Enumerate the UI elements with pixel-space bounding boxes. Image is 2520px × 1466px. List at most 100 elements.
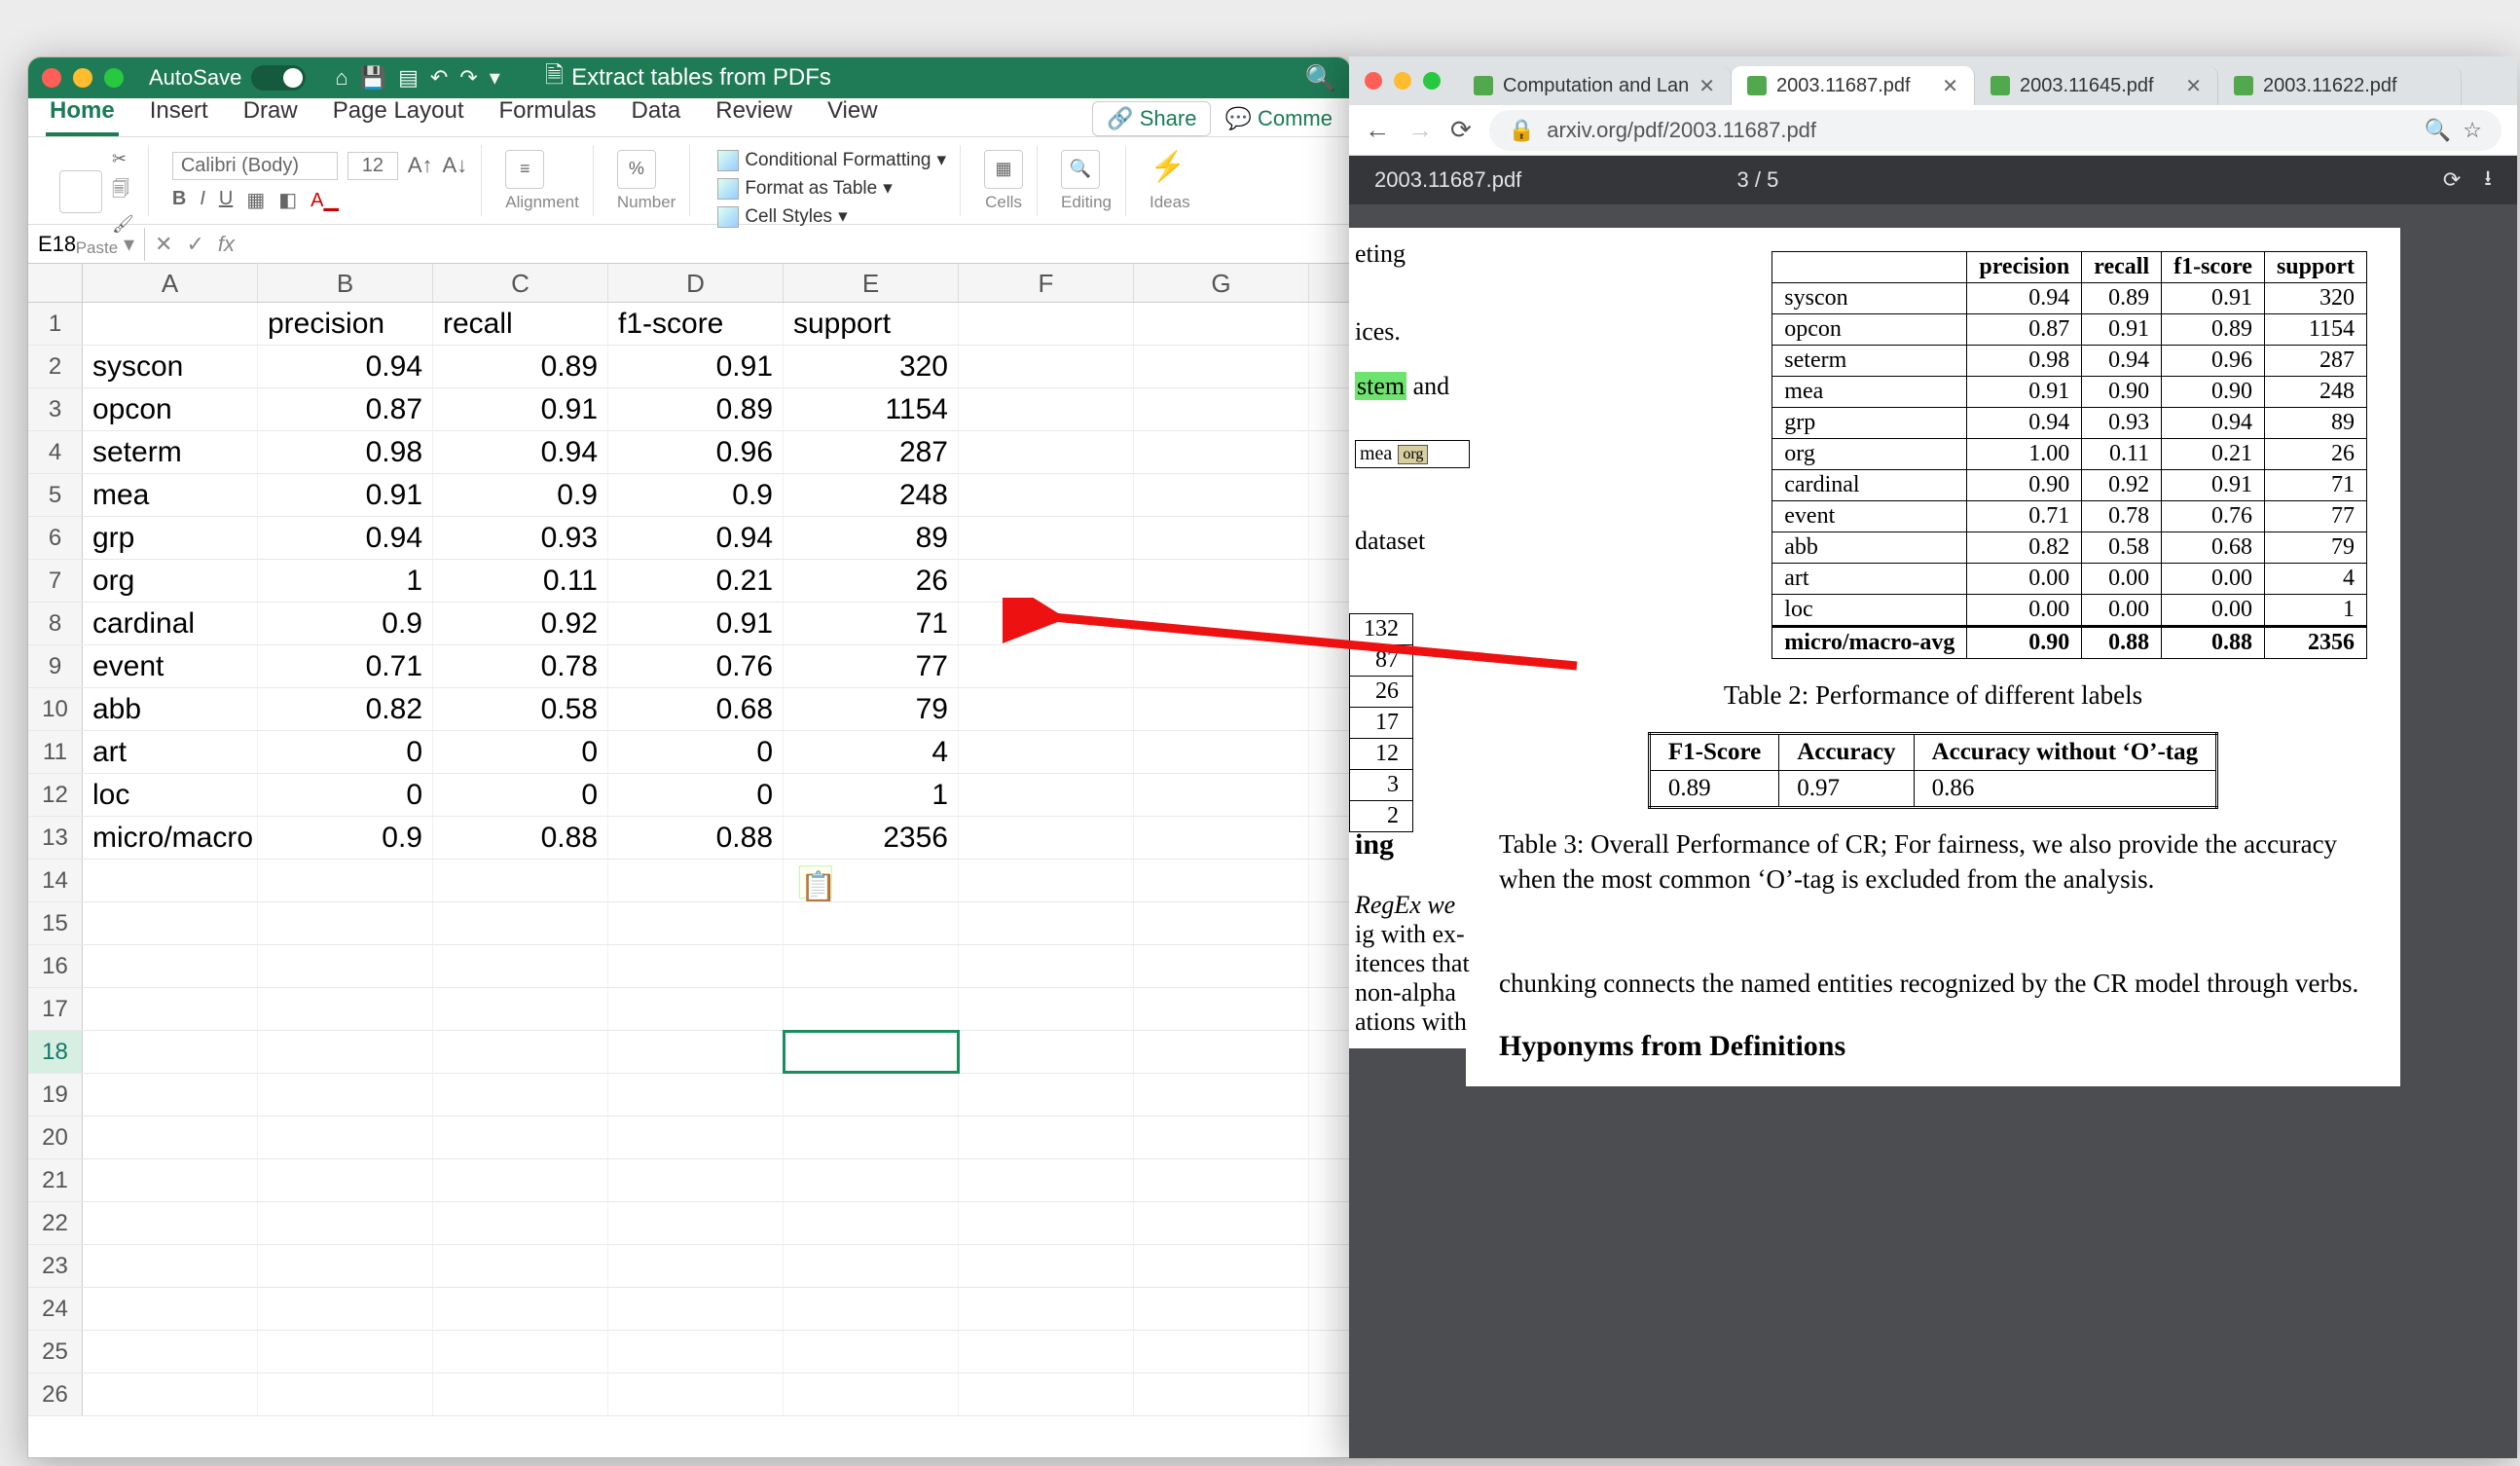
cell[interactable] xyxy=(83,1159,258,1201)
table-row[interactable]: 3 opcon 0.87 0.91 0.89 1154 xyxy=(28,388,1350,431)
cell[interactable] xyxy=(608,1374,784,1415)
cell[interactable] xyxy=(608,1074,784,1116)
cell[interactable] xyxy=(433,945,608,987)
tab-home[interactable]: Home xyxy=(46,92,119,136)
spreadsheet-grid[interactable]: A B C D E F G 1 precision recall f1-scor… xyxy=(28,264,1350,1416)
address-bar[interactable]: 🔒 arxiv.org/pdf/2003.11687.pdf 🔍 ☆ xyxy=(1489,110,2502,151)
cell[interactable] xyxy=(784,988,959,1030)
copy-icon[interactable]: 🗐 xyxy=(112,177,134,206)
cell[interactable] xyxy=(1134,346,1309,387)
table-row[interactable]: 14📋 xyxy=(28,860,1350,902)
cell[interactable]: 0.82 xyxy=(258,688,433,730)
cut-icon[interactable]: ✂ xyxy=(112,149,134,169)
share-button[interactable]: 🔗 Share xyxy=(1092,101,1211,136)
cell[interactable]: 89 xyxy=(784,517,959,559)
cell[interactable]: 0.91 xyxy=(258,474,433,516)
cell[interactable]: 0 xyxy=(258,774,433,816)
cell[interactable]: 0.88 xyxy=(433,817,608,859)
cell[interactable] xyxy=(959,817,1134,859)
cell[interactable]: 0.87 xyxy=(258,388,433,430)
cell[interactable] xyxy=(1134,1074,1309,1116)
conditional-formatting-button[interactable]: Conditional Formatting ▾ xyxy=(717,149,946,171)
cell[interactable] xyxy=(959,1245,1134,1287)
cell[interactable]: seterm xyxy=(83,431,258,473)
chevron-down-icon[interactable]: ▾ xyxy=(490,65,500,91)
cell[interactable] xyxy=(959,346,1134,387)
cell[interactable] xyxy=(784,1331,959,1373)
cell[interactable]: 0 xyxy=(608,731,784,773)
cell[interactable]: 0.11 xyxy=(433,560,608,602)
cell[interactable] xyxy=(83,988,258,1030)
fx-icon[interactable]: fx xyxy=(218,232,235,257)
cell[interactable] xyxy=(959,474,1134,516)
cell[interactable] xyxy=(1134,474,1309,516)
col-E[interactable]: E xyxy=(784,264,959,302)
cell[interactable] xyxy=(784,1245,959,1287)
row-header[interactable]: 26 xyxy=(28,1374,83,1415)
cell[interactable]: 0.92 xyxy=(433,603,608,644)
cell[interactable] xyxy=(1134,860,1309,901)
cell[interactable] xyxy=(959,860,1134,901)
cell[interactable] xyxy=(959,517,1134,559)
cell[interactable] xyxy=(258,1031,433,1073)
cell[interactable] xyxy=(258,1245,433,1287)
row-header[interactable]: 10 xyxy=(28,688,83,730)
row-header[interactable]: 23 xyxy=(28,1245,83,1287)
col-C[interactable]: C xyxy=(433,264,608,302)
cell[interactable] xyxy=(1134,603,1309,644)
cell[interactable]: org xyxy=(83,560,258,602)
cell[interactable] xyxy=(433,1074,608,1116)
cell[interactable] xyxy=(959,1202,1134,1244)
table-row[interactable]: 11 art 0 0 0 4 xyxy=(28,731,1350,774)
cell[interactable]: 0.94 xyxy=(433,431,608,473)
cell[interactable] xyxy=(433,988,608,1030)
row-header[interactable]: 1 xyxy=(28,303,83,345)
borders-icon[interactable]: ▦ xyxy=(246,188,265,212)
cell[interactable] xyxy=(1134,688,1309,730)
cell[interactable] xyxy=(784,902,959,944)
reload-icon[interactable]: ⟳ xyxy=(1450,115,1472,145)
cell[interactable] xyxy=(83,1331,258,1373)
back-icon[interactable]: ← xyxy=(1365,115,1390,145)
cell[interactable] xyxy=(1134,817,1309,859)
download-icon[interactable]: ⭳ xyxy=(2484,162,2492,199)
col-F[interactable]: F xyxy=(959,264,1134,302)
table-row[interactable]: 12 loc 0 0 0 1 xyxy=(28,774,1350,817)
cell[interactable] xyxy=(959,688,1134,730)
cell[interactable] xyxy=(784,1202,959,1244)
cell[interactable] xyxy=(608,860,784,901)
cell[interactable] xyxy=(1134,1117,1309,1158)
cell[interactable] xyxy=(258,902,433,944)
cell[interactable] xyxy=(959,431,1134,473)
table-row[interactable]: 6 grp 0.94 0.93 0.94 89 xyxy=(28,517,1350,560)
cell[interactable]: 0.93 xyxy=(433,517,608,559)
cell[interactable] xyxy=(258,1202,433,1244)
format-as-table-button[interactable]: Format as Table ▾ xyxy=(717,177,946,200)
close-icon[interactable] xyxy=(1365,72,1382,90)
cell[interactable] xyxy=(608,1331,784,1373)
cell[interactable]: 0.94 xyxy=(258,346,433,387)
cell[interactable] xyxy=(1134,1031,1309,1073)
cell[interactable] xyxy=(1134,774,1309,816)
row-header[interactable]: 22 xyxy=(28,1202,83,1244)
browser-tab[interactable]: 2003.11645.pdf ✕ xyxy=(1975,66,2218,105)
font-color-icon[interactable]: A▁ xyxy=(310,188,339,212)
cell[interactable]: micro/macro xyxy=(83,817,258,859)
increase-font-icon[interactable]: A↑ xyxy=(408,153,433,178)
browser-tab[interactable]: 2003.11622.pdf xyxy=(2218,66,2462,105)
cell[interactable]: 0.89 xyxy=(433,346,608,387)
cell[interactable]: 0.78 xyxy=(433,645,608,687)
cell[interactable]: 0.88 xyxy=(608,817,784,859)
cell[interactable] xyxy=(1134,1374,1309,1415)
table-row[interactable]: 19 xyxy=(28,1074,1350,1117)
cell[interactable] xyxy=(608,1159,784,1201)
row-header[interactable]: 14 xyxy=(28,860,83,901)
cell[interactable] xyxy=(433,1245,608,1287)
cell[interactable] xyxy=(608,1245,784,1287)
cell[interactable]: 0 xyxy=(433,731,608,773)
cell[interactable]: 0 xyxy=(433,774,608,816)
cell[interactable]: f1-score xyxy=(608,303,784,345)
cell[interactable] xyxy=(83,902,258,944)
cell[interactable] xyxy=(258,1074,433,1116)
cell[interactable] xyxy=(959,902,1134,944)
